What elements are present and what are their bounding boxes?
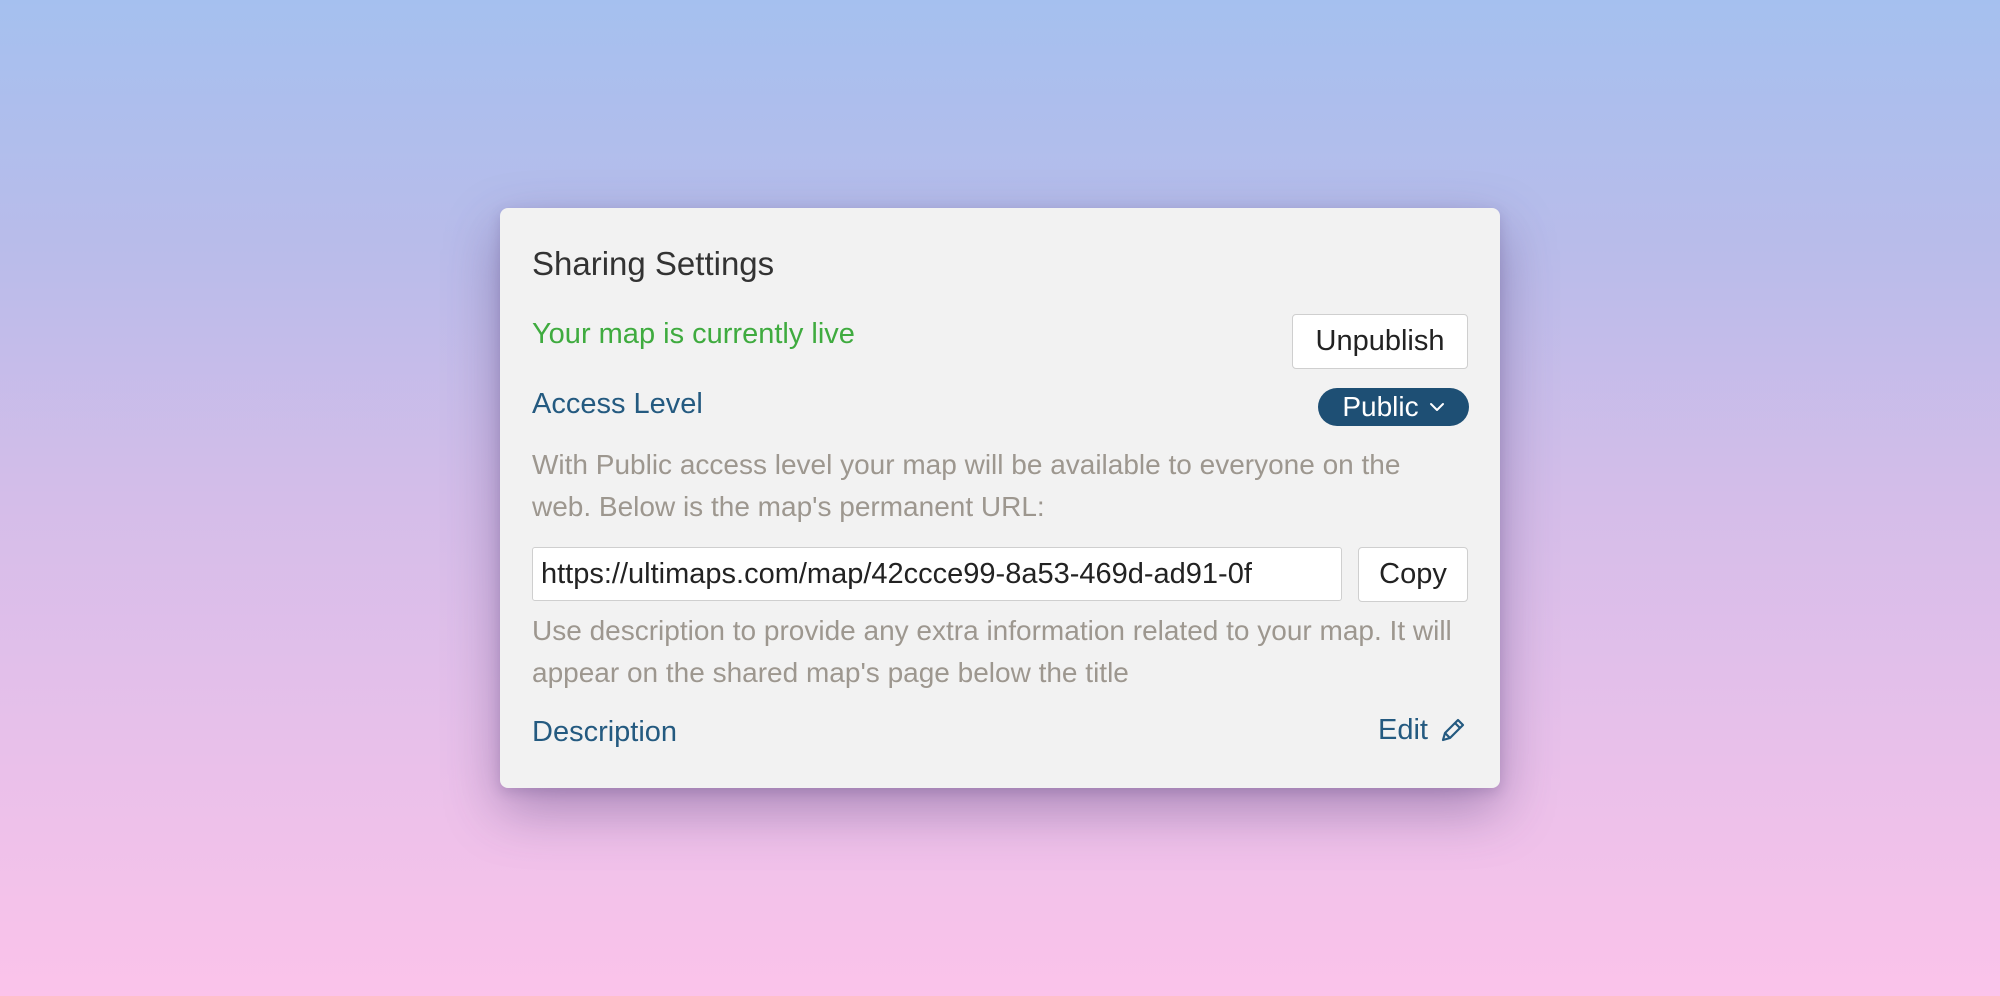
sharing-settings-panel: Sharing Settings Your map is currently l… <box>500 208 1500 788</box>
access-level-label: Access Level <box>532 388 703 420</box>
copy-url-button[interactable]: Copy <box>1358 547 1468 602</box>
access-level-value: Public <box>1342 391 1419 422</box>
edit-label: Edit <box>1378 714 1428 746</box>
chevron-down-icon <box>1429 402 1445 412</box>
access-level-help-text: With Public access level your map will b… <box>532 449 1401 522</box>
panel-title: Sharing Settings <box>532 245 775 282</box>
pencil-icon <box>1438 715 1468 745</box>
live-status-text: Your map is currently live <box>532 318 855 350</box>
description-help-text: Use description to provide any extra inf… <box>532 615 1452 688</box>
access-level-dropdown[interactable]: Public <box>1318 388 1469 426</box>
permanent-url-field[interactable] <box>532 547 1342 601</box>
unpublish-button[interactable]: Unpublish <box>1292 314 1468 369</box>
edit-description-button[interactable]: Edit <box>1378 712 1468 748</box>
description-label: Description <box>532 716 678 748</box>
